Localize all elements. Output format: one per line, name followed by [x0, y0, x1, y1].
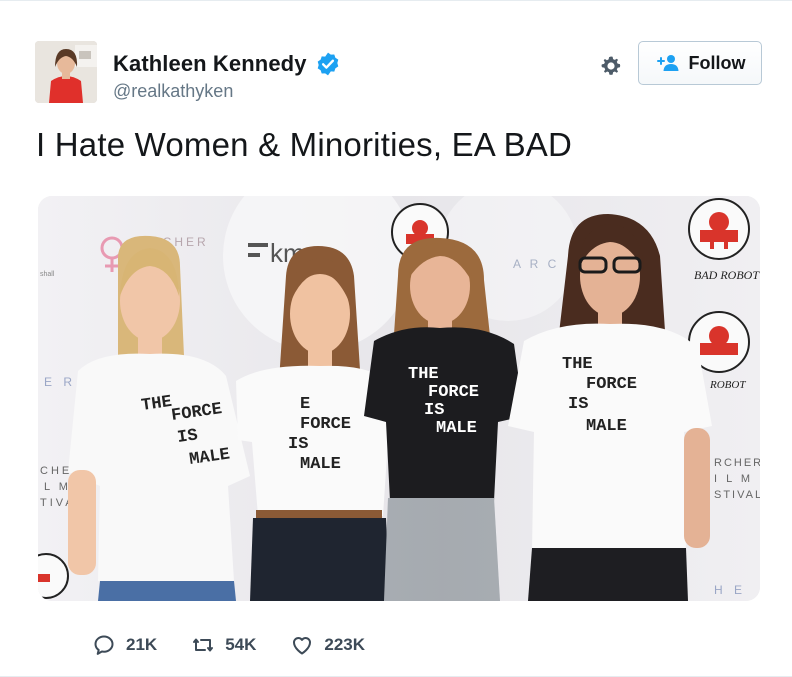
tweet-text: I Hate Women & Minorities, EA BAD — [36, 126, 573, 163]
backdrop-arc-text: A R C — [513, 257, 559, 271]
like-count: 223K — [324, 635, 366, 654]
retweet-icon — [193, 638, 214, 652]
backdrop-side-left-2: CHE — [40, 465, 72, 477]
photo-illustration: ARCHER F km shall A R C BAD ROBOT — [38, 196, 760, 601]
reply-icon — [94, 635, 114, 655]
svg-text:MALE: MALE — [586, 417, 627, 436]
svg-text:IS: IS — [288, 435, 308, 454]
svg-text:IS: IS — [424, 401, 444, 420]
verified-badge-icon — [315, 51, 341, 77]
user-handle[interactable]: @realkathyken — [113, 81, 233, 102]
avatar[interactable] — [35, 41, 97, 103]
backdrop-side-right-3: STIVAL — [714, 489, 760, 501]
svg-text:FORCE: FORCE — [586, 375, 637, 394]
bad-robot-logo-right — [688, 198, 750, 260]
gear-icon[interactable] — [599, 54, 623, 78]
backdrop-side-right-1: RCHER — [714, 457, 760, 469]
reply-button[interactable]: 21K — [92, 633, 157, 657]
tweet-photo[interactable]: ARCHER F km shall A R C BAD ROBOT — [38, 196, 760, 601]
display-name[interactable]: Kathleen Kennedy — [113, 51, 307, 77]
svg-text:IS: IS — [568, 395, 588, 414]
retweet-count: 54K — [225, 635, 257, 654]
tweet-card: Kathleen Kennedy @realkathyken Follow I … — [0, 0, 792, 677]
svg-text:MALE: MALE — [300, 455, 341, 474]
follow-label: Follow — [688, 52, 746, 73]
svg-text:E: E — [300, 395, 310, 414]
svg-text:FORCE: FORCE — [300, 415, 351, 434]
retweet-button[interactable]: 54K — [191, 633, 256, 657]
svg-text:THE: THE — [408, 365, 439, 384]
tweet-actions: 21K 54K 223K — [92, 633, 399, 657]
like-button[interactable]: 223K — [290, 633, 365, 657]
backdrop-small-text: shall — [40, 271, 55, 278]
svg-text:FORCE: FORCE — [428, 383, 479, 402]
heart-icon — [293, 637, 312, 655]
follow-button[interactable]: Follow — [638, 41, 762, 85]
backdrop-side-left-3: L M — [44, 481, 71, 493]
reply-count: 21K — [126, 635, 158, 654]
backdrop-side-right-4: H E — [714, 583, 746, 597]
svg-text:THE: THE — [562, 355, 593, 374]
backdrop-robot-text: ROBOT — [709, 379, 746, 391]
backdrop-bad-robot-text: BAD ROBOT — [694, 268, 760, 282]
name-row: Kathleen Kennedy — [113, 51, 341, 77]
backdrop-side-right-2: I L M — [714, 473, 753, 485]
svg-text:MALE: MALE — [436, 419, 477, 438]
svg-text:IS: IS — [176, 426, 199, 448]
backdrop-side-left-1: E R — [44, 375, 76, 389]
add-user-icon — [655, 54, 681, 72]
